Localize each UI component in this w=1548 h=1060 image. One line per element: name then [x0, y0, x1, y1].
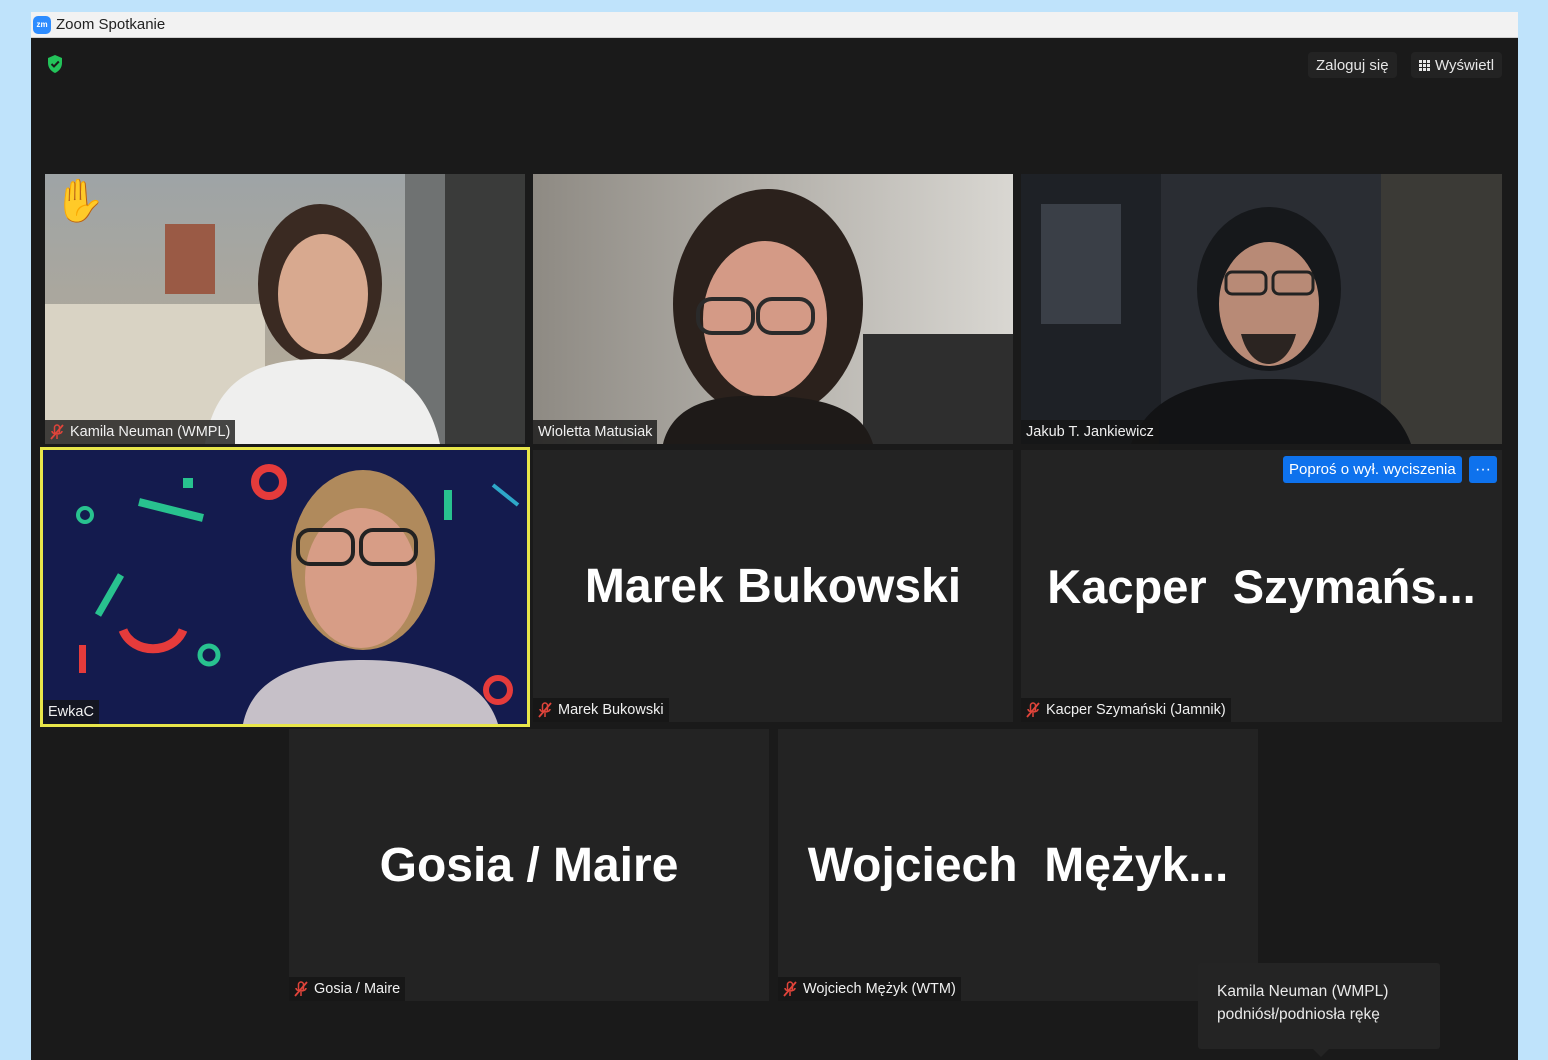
video-tile-kamila[interactable]: ✋ Kamila Neuman (WMPL)	[45, 174, 525, 444]
encryption-shield-icon[interactable]	[45, 54, 65, 74]
gallery-grid-icon	[1419, 59, 1430, 71]
participant-video	[1021, 174, 1502, 444]
participant-name-tag: Gosia / Maire	[289, 977, 406, 1001]
participant-display-name: Kacper Szymańs...	[1047, 559, 1476, 613]
video-tile-jakub[interactable]: Jakub T. Jankiewicz	[1021, 174, 1502, 444]
participant-display-name: Wojciech Mężyk...	[807, 838, 1229, 892]
video-tile-gosia[interactable]: Gosia / Maire Gosia / Maire	[289, 729, 769, 1001]
notification-line-1: Kamila Neuman (WMPL)	[1217, 983, 1389, 1000]
video-tile-marek[interactable]: Marek Bukowski Marek Bukowski	[533, 450, 1013, 722]
participant-display-name: Marek Bukowski	[584, 559, 962, 613]
participant-name: Wojciech Mężyk (WTM)	[803, 981, 956, 997]
notification-pointer	[1313, 1049, 1329, 1057]
zoom-logo-icon: zm	[33, 15, 51, 34]
participant-name: Gosia / Maire	[314, 981, 401, 997]
sign-in-label: Zaloguj się	[1316, 56, 1389, 74]
title-bar: zm Zoom Spotkanie	[31, 12, 1518, 38]
mic-muted-icon	[783, 981, 797, 997]
mic-muted-icon	[294, 981, 308, 997]
mic-muted-icon	[50, 424, 64, 440]
video-tile-wojciech[interactable]: Wojciech Mężyk... Wojciech Mężyk (WTM)	[778, 729, 1258, 1001]
ask-to-unmute-button[interactable]: Poproś o wył. wyciszenia	[1283, 456, 1462, 483]
mic-muted-icon	[1026, 702, 1040, 718]
participant-video	[45, 174, 525, 444]
participant-name-tag: Marek Bukowski	[533, 698, 669, 722]
raised-hand-icon: ✋	[53, 177, 106, 224]
participant-name: Kacper Szymański (Jamnik)	[1046, 702, 1226, 718]
window-title: Zoom Spotkanie	[56, 16, 166, 33]
participant-name: Wioletta Matusiak	[538, 424, 653, 440]
participant-name-tag: Jakub T. Jankiewicz	[1021, 420, 1159, 444]
participant-name-tag: Kacper Szymański (Jamnik)	[1021, 698, 1231, 722]
more-options-button[interactable]: ···	[1469, 456, 1497, 483]
participant-name-tag: Wojciech Mężyk (WTM)	[778, 977, 961, 1001]
view-label: Wyświetl	[1435, 56, 1495, 74]
participant-name: Kamila Neuman (WMPL)	[70, 424, 231, 440]
video-tile-wioletta[interactable]: Wioletta Matusiak	[533, 174, 1013, 444]
participant-name-tag: Wioletta Matusiak	[533, 420, 658, 444]
participant-name: Jakub T. Jankiewicz	[1026, 424, 1154, 440]
active-speaker-border	[40, 447, 530, 727]
participant-display-name: Gosia / Maire	[379, 838, 679, 892]
raised-hand-notification: Kamila Neuman (WMPL) podniósł/podniosła …	[1198, 963, 1440, 1049]
notification-line-2: podniósł/podniosła rękę	[1217, 1006, 1380, 1023]
view-button[interactable]: Wyświetl	[1411, 52, 1503, 78]
sign-in-button[interactable]: Zaloguj się	[1308, 52, 1397, 78]
participant-name: Marek Bukowski	[558, 702, 664, 718]
zoom-window: zm Zoom Spotkanie Zaloguj się Wyświetl ✋…	[31, 12, 1518, 1060]
participant-video	[533, 174, 1013, 444]
mic-muted-icon	[538, 702, 552, 718]
participant-name-tag: Kamila Neuman (WMPL)	[45, 420, 236, 444]
video-tile-kacper[interactable]: Kacper Szymańs... Poproś o wył. wyciszen…	[1021, 450, 1502, 722]
